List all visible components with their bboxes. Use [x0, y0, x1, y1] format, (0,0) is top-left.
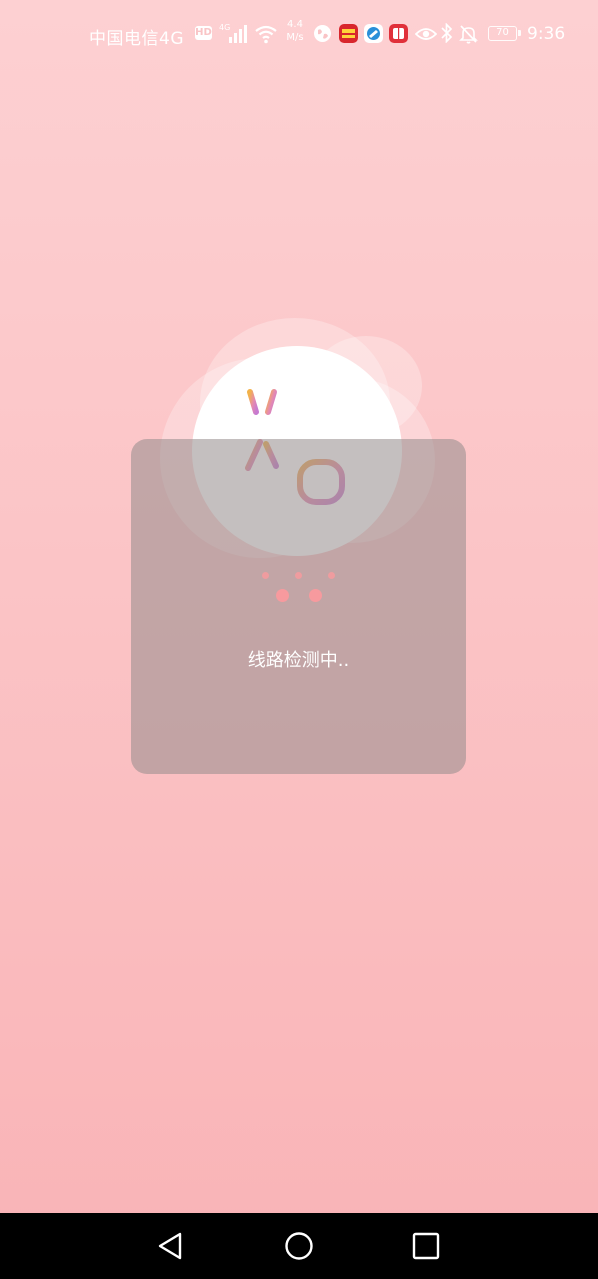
status-bar: 中国电信4G HD 4G 4.4 M/s 70 9:36	[0, 16, 598, 54]
mute-bell-icon	[459, 25, 478, 44]
carrier-label: 中国电信4G	[89, 29, 184, 49]
back-icon[interactable]	[154, 1230, 188, 1262]
signal-icon: 4G	[219, 23, 247, 43]
hd-badge: HD	[195, 26, 212, 40]
reader-app-icon	[389, 24, 408, 43]
navigation-bar	[0, 1213, 598, 1279]
loading-dialog	[131, 439, 466, 774]
shopping-app-icon	[339, 24, 358, 43]
browser-app-icon	[364, 24, 383, 43]
splash-screen: 中国电信4G HD 4G 4.4 M/s 70 9:36 线路检测中..	[0, 0, 598, 1279]
svg-text:4G: 4G	[219, 23, 230, 32]
globe-app-icon	[314, 25, 331, 42]
bluetooth-icon	[441, 23, 453, 43]
speed-unit: M/s	[286, 32, 304, 43]
home-icon[interactable]	[282, 1230, 316, 1262]
wifi-icon	[255, 25, 277, 44]
recents-icon[interactable]	[409, 1230, 443, 1262]
eye-icon	[415, 28, 437, 40]
loading-text: 线路检测中..	[247, 650, 350, 671]
speed-value: 4.4	[287, 19, 303, 30]
battery-level: 70	[496, 27, 509, 38]
clock: 9:36	[527, 24, 566, 44]
network-speed: 4.4 M/s	[283, 18, 307, 44]
battery-icon: 70	[488, 26, 521, 41]
